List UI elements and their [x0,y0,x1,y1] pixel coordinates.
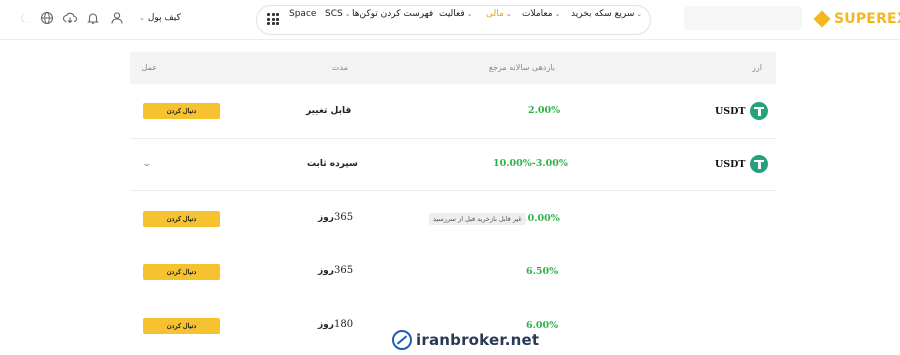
nav-scs[interactable]: ⌄ SCS [325,9,351,19]
coin-cell: USDT [715,102,769,120]
coin-cell: USDT [715,155,769,173]
row-divider [130,138,776,139]
tether-icon [750,155,769,173]
apps-grid-icon[interactable] [267,13,279,25]
follow-button[interactable]: دنبال کردن [143,211,220,227]
chevron-down-icon: ⌄ [636,10,643,18]
coin-name: USDT [715,105,746,117]
nav-token-list-label: فهرست کردن توکن‌ها [352,9,434,19]
duration-unit: روز [318,266,334,276]
duration-value: سپرده ثابت [307,159,358,169]
nav-trades-label: معاملات [522,9,553,19]
nav-finance-label: مالی [486,9,504,19]
nav-finance[interactable]: ⌄ مالی [486,9,512,19]
follow-button[interactable]: دنبال کردن [143,318,220,334]
blurred-banner [684,6,802,30]
wallet-label: کیف پول [147,13,181,23]
watermark: iranbroker.net [392,330,539,350]
nav-activity[interactable]: ⌄ فعالیت [439,9,473,19]
user-icon[interactable] [110,11,124,25]
chevron-down-icon: ⌄ [466,10,473,18]
apr-value: 6.50% [526,266,559,277]
tether-icon [750,102,769,120]
follow-button[interactable]: دنبال کردن [143,103,220,119]
nav-activity-label: فعالیت [439,9,465,19]
chevron-down-icon: ⌄ [505,10,512,18]
apr-value: 10.00% [521,213,560,224]
logo-diamond-icon [813,10,831,28]
duration-value: 365روز [318,212,353,223]
nav-space-label: Space [289,9,317,19]
bell-icon[interactable] [86,11,100,25]
chevron-down-icon: ⌄ [554,10,561,18]
row-divider [130,190,776,191]
lock-tag: غیر قابل بازخرید قبل از سررسید [429,213,526,225]
chevron-down-icon[interactable]: ⌄ [141,159,152,169]
table-header: ارز بازدهی سالانه مرجع مدت عمل [130,52,776,84]
chevron-down-icon: ⌄ [344,10,351,18]
moon-icon[interactable] [19,11,33,25]
duration-value: 180روز [318,319,353,330]
nav-quick-buy-label: سریع سکه بخرید [571,9,635,19]
nav-token-list[interactable]: فهرست کردن توکن‌ها [352,9,433,19]
logo-text: SUPEREX [834,11,900,27]
logo[interactable]: SUPEREX [813,10,900,28]
coin-name: USDT [715,158,746,170]
iranbroker-logo-icon [392,330,412,350]
watermark-text: iranbroker.net [416,331,540,349]
top-header: SUPEREX Space ⌄ SCS فهرست کردن توکن‌ها ⌄… [0,0,900,40]
duration-number: 180 [333,319,354,330]
page: SUPEREX Space ⌄ SCS فهرست کردن توکن‌ها ⌄… [0,0,900,355]
nav-trades[interactable]: ⌄ معاملات [522,9,560,19]
follow-button[interactable]: دنبال کردن [143,264,220,280]
nav-scs-label: SCS [325,9,343,19]
apr-range-value: 10.00%-3.00% [493,158,568,169]
duration-number: 365 [333,265,354,276]
chevron-down-icon: ⌄ [139,14,145,22]
nav-quick-buy[interactable]: ⌄ سریع سکه بخرید [571,9,642,19]
nav-space[interactable]: Space [289,9,316,19]
column-apr: بازدهی سالانه مرجع [488,63,555,72]
duration-value: قابل تغییر [306,106,352,116]
globe-icon[interactable] [40,11,54,25]
apr-value: 2.00% [528,105,561,116]
column-currency: ارز [752,63,762,72]
duration-unit: روز [318,320,334,330]
download-icon[interactable] [63,11,77,25]
duration-unit: روز [318,213,334,223]
duration-value: 365روز [318,265,353,276]
column-action: عمل [141,63,157,72]
wallet-menu[interactable]: کیف پول ⌄ [139,13,181,23]
column-duration: مدت [331,63,348,72]
duration-number: 365 [333,212,354,223]
